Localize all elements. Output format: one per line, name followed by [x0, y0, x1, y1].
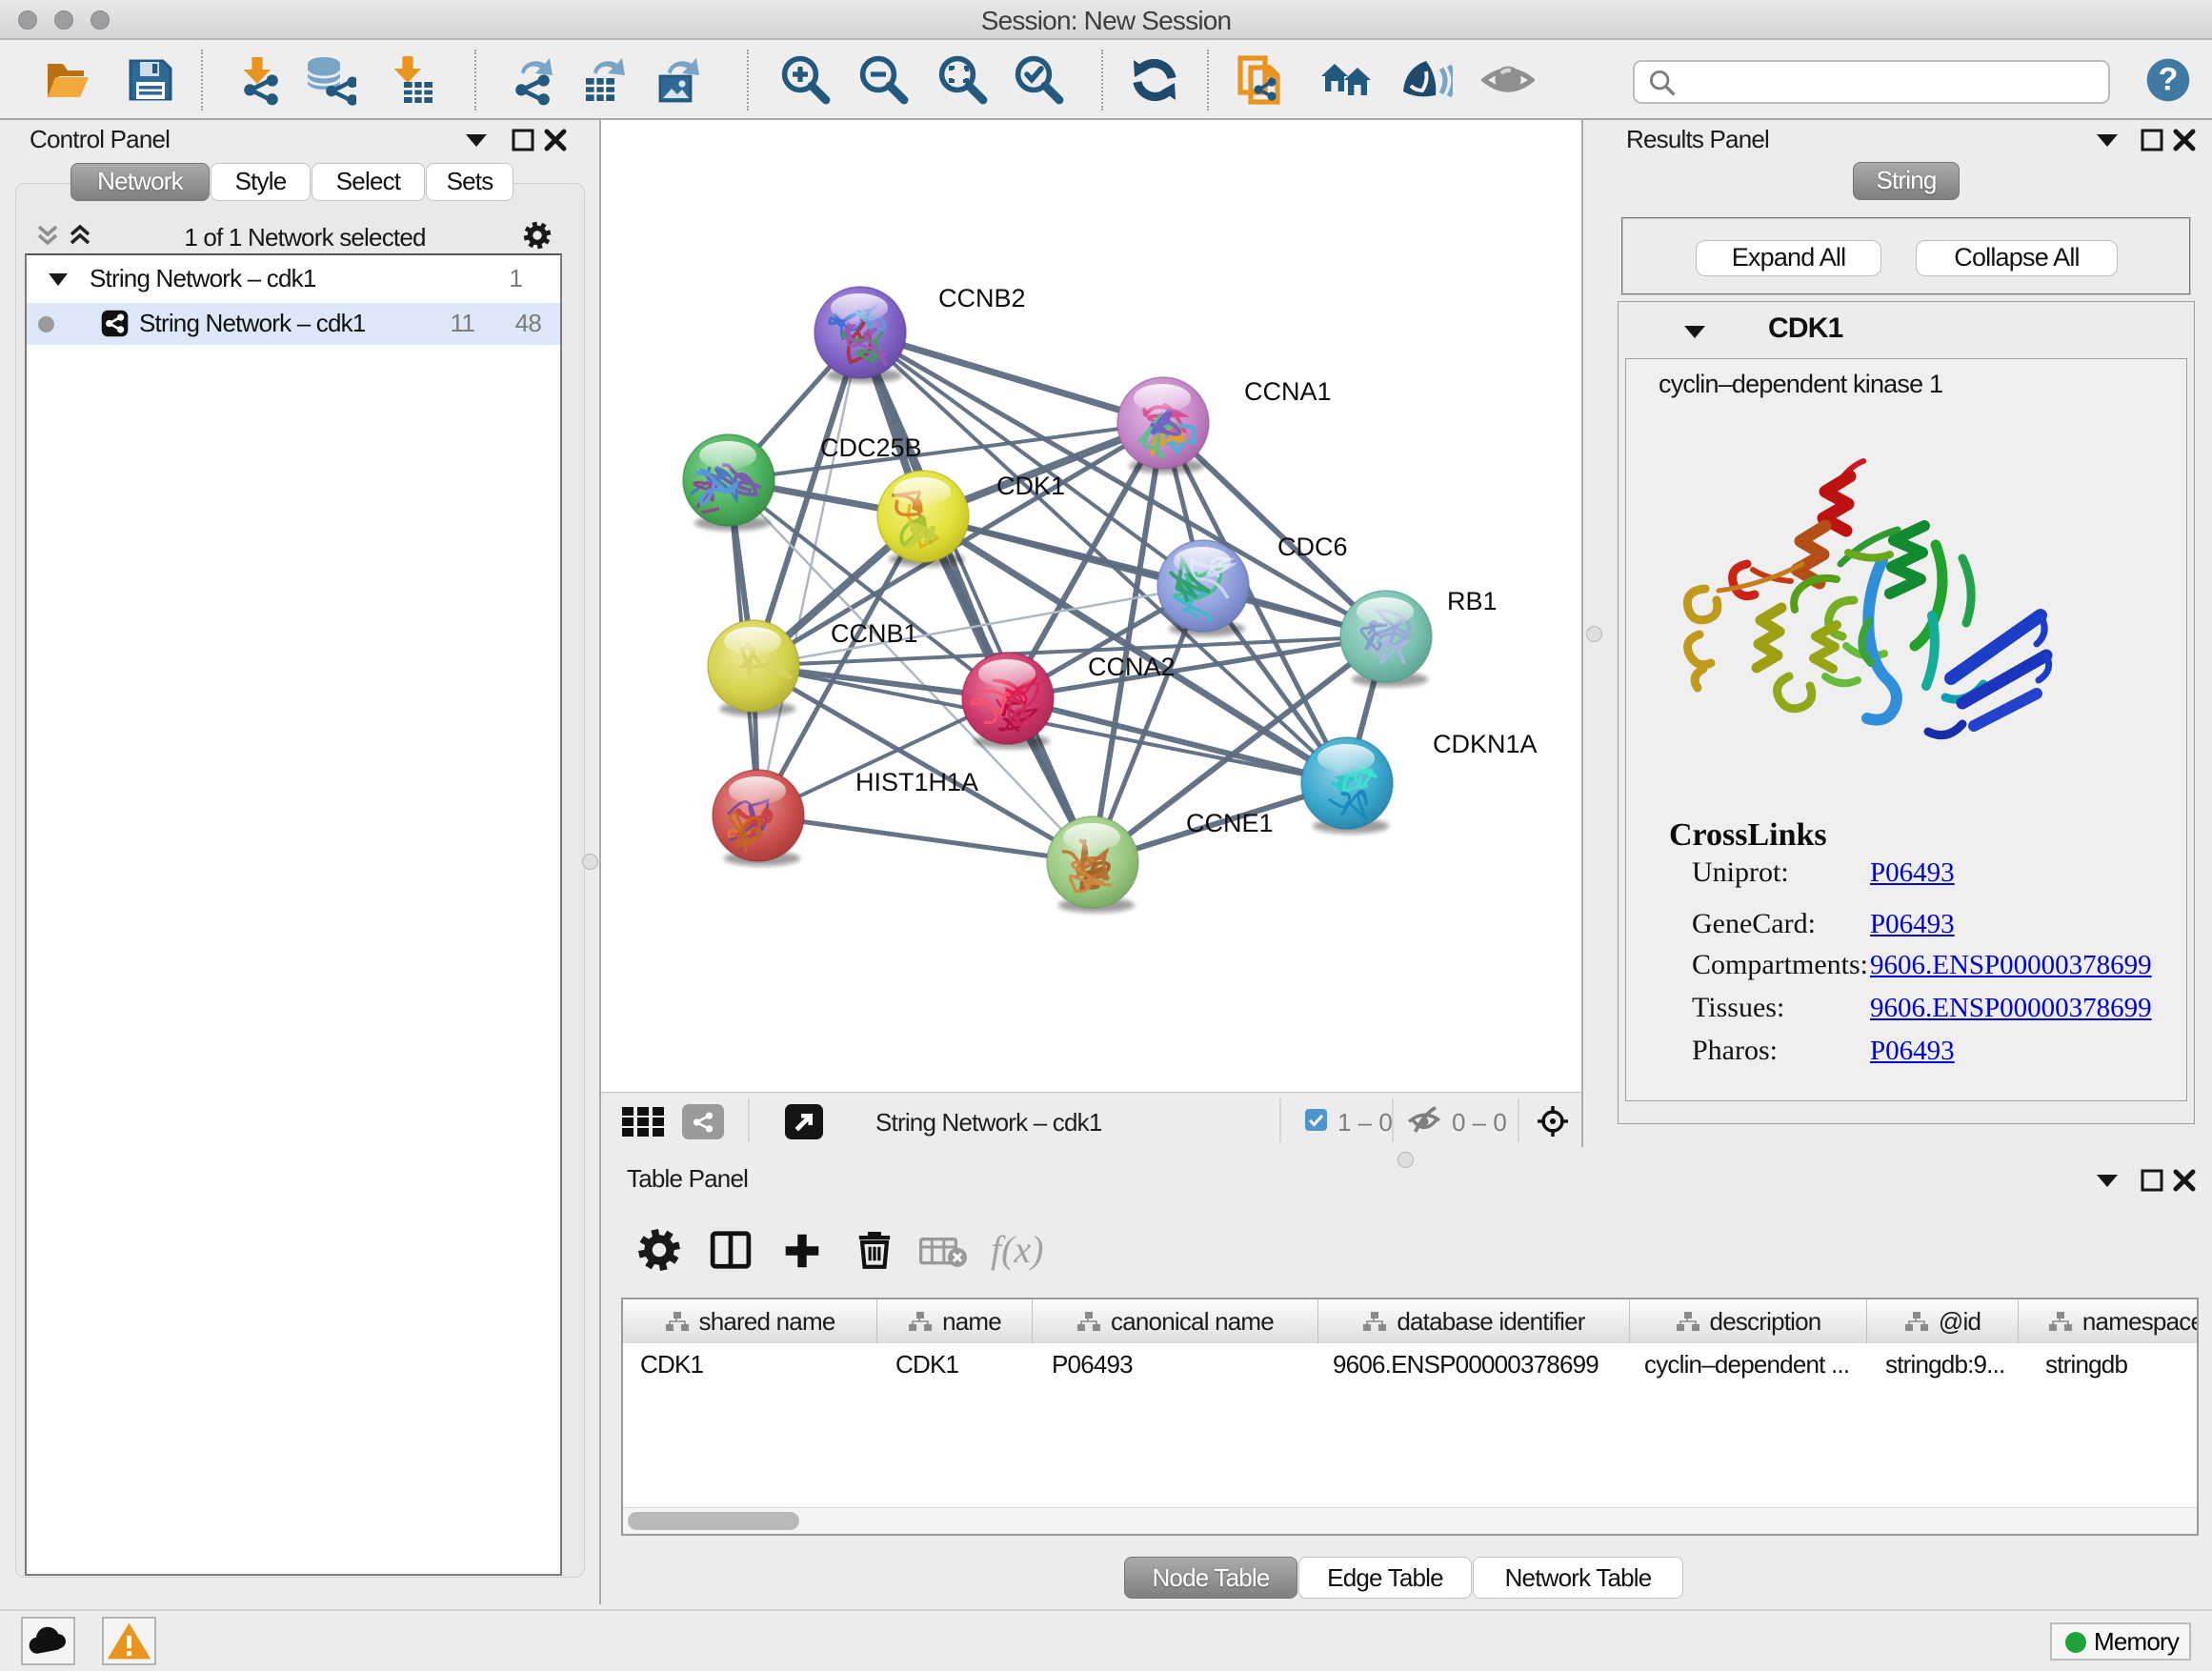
svg-text:CDKN1A: CDKN1A [1433, 730, 1538, 758]
svg-text:?: ? [2159, 62, 2179, 98]
svg-text:CCNE1: CCNE1 [1186, 809, 1274, 837]
svg-text:CCNA2: CCNA2 [1088, 653, 1176, 681]
svg-text:CDC6: CDC6 [1277, 533, 1348, 561]
svg-text:CDK1: CDK1 [996, 472, 1065, 500]
svg-text:HIST1H1A: HIST1H1A [855, 768, 978, 796]
svg-text:RB1: RB1 [1447, 587, 1498, 615]
svg-text:CCNB1: CCNB1 [831, 619, 918, 648]
svg-text:CDC25B: CDC25B [820, 433, 922, 462]
svg-text:CCNB2: CCNB2 [938, 284, 1026, 312]
svg-text:CCNA1: CCNA1 [1244, 377, 1332, 406]
